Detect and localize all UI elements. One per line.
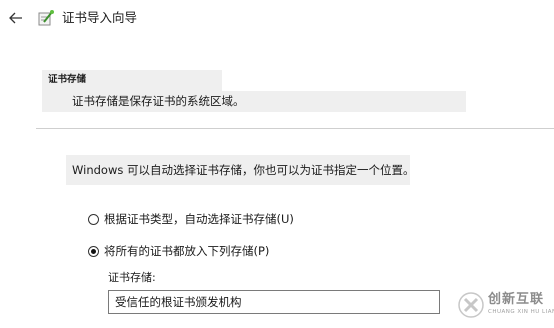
radio-label[interactable]: 将所有的证书都放入下列存储(P)	[104, 243, 269, 259]
watermark-text: 创新互联	[488, 292, 545, 307]
intro-text: Windows 可以自动选择证书存储，你也可以为证书指定一个位置。	[72, 163, 415, 177]
watermark-x-logo-icon	[458, 292, 484, 318]
back-arrow-icon	[9, 12, 22, 24]
store-label: 证书存储:	[108, 271, 156, 284]
section-description: 证书存储是保存证书的系统区域。	[72, 94, 245, 108]
radio-button[interactable]	[88, 245, 99, 257]
back-button[interactable]	[6, 8, 26, 28]
radio-auto-select[interactable]: 根据证书类型，自动选择证书存储(U)	[88, 211, 294, 227]
radio-place-in-store[interactable]: 将所有的证书都放入下列存储(P)	[88, 243, 269, 259]
wizard-title: 证书导入向导	[62, 10, 138, 25]
section-title: 证书存储	[48, 74, 87, 85]
radio-label[interactable]: 根据证书类型，自动选择证书存储(U)	[104, 211, 294, 227]
store-field[interactable]: 受信任的根证书颁发机构	[108, 290, 440, 314]
watermark-subtext: CHUANG XIN HU LIAN	[488, 309, 554, 315]
certificate-wizard-icon	[38, 10, 54, 26]
radio-button[interactable]	[88, 213, 99, 225]
divider	[36, 128, 554, 129]
